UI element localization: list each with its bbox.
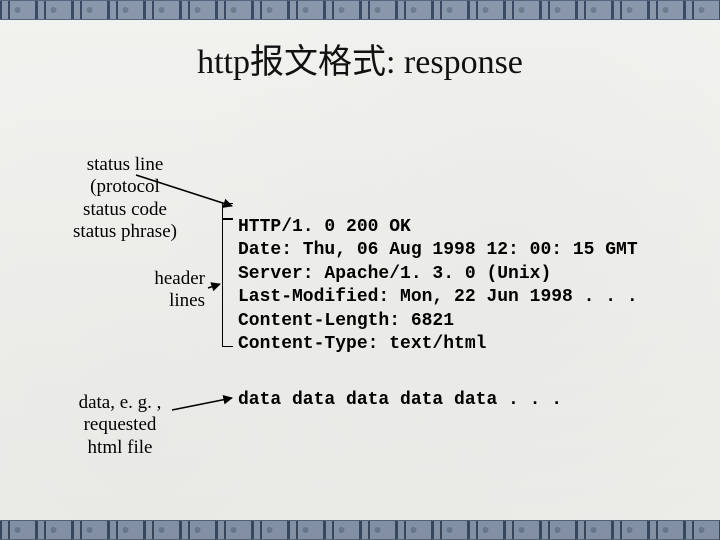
bracket-header-lines (222, 219, 233, 347)
http-response-block: HTTP/1. 0 200 OK Date: Thu, 06 Aug 1998 … (238, 216, 638, 356)
slide: http报文格式: response status line(protocols… (0, 0, 720, 540)
decorative-top-border (0, 0, 720, 20)
response-body-text: data data data data data . . . (238, 390, 562, 410)
header-line: Server: Apache/1. 3. 0 (Unix) (238, 264, 551, 284)
label-status-line: status line(protocolstatus codestatus ph… (55, 154, 195, 244)
status-line-text: HTTP/1. 0 200 OK (238, 217, 411, 237)
label-header-lines: headerlines (115, 268, 205, 313)
label-data: data, e. g. ,requestedhtml file (60, 392, 180, 459)
slide-title: http报文格式: response (0, 34, 720, 83)
header-line: Date: Thu, 06 Aug 1998 12: 00: 15 GMT (238, 240, 638, 260)
header-line: Last-Modified: Mon, 22 Jun 1998 . . . (238, 287, 638, 307)
header-line: Content-Length: 6821 (238, 311, 454, 331)
bracket-status-line (222, 203, 233, 219)
header-line: Content-Type: text/html (238, 334, 486, 354)
decorative-bottom-border (0, 520, 720, 540)
